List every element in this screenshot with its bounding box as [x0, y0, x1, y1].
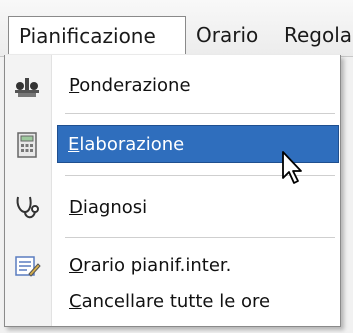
- menu-item-orario-pianif-inter-label: Orario pianif.inter.: [69, 255, 232, 276]
- edit-schedule-icon: [13, 252, 41, 280]
- stethoscope-icon: [13, 194, 41, 222]
- calculator-icon: [13, 131, 41, 159]
- weights-icon: [13, 72, 41, 100]
- menu-pianificazione-label: Pianificazione: [19, 24, 156, 48]
- menu-item-cancellare-tutte-le-ore[interactable]: Cancellare tutte le ore: [5, 283, 340, 321]
- menu-item-orario-pianif-inter[interactable]: Orario pianif.inter.: [5, 247, 340, 285]
- menu-item-elaborazione-label: Elaborazione: [68, 134, 185, 155]
- menu-bar: Pianificazione Orario Regola: [0, 0, 353, 57]
- dropdown-menu: Ponderazione Elaborazione Diagnosi Orari…: [4, 55, 341, 327]
- menu-item-diagnosi[interactable]: Diagnosi: [5, 189, 340, 227]
- menu-separator: [65, 113, 335, 114]
- menu-regola[interactable]: Regola: [284, 16, 352, 54]
- menu-orario[interactable]: Orario: [196, 16, 258, 54]
- menu-orario-label: Orario: [196, 23, 259, 47]
- menu-item-ponderazione[interactable]: Ponderazione: [5, 67, 340, 105]
- menu-item-ponderazione-label: Ponderazione: [69, 75, 191, 96]
- menu-separator: [65, 237, 335, 238]
- mouse-pointer-icon: [281, 150, 307, 186]
- menu-regola-label: Regola: [284, 23, 353, 47]
- menu-item-diagnosi-label: Diagnosi: [69, 197, 148, 218]
- menu-pianificazione[interactable]: Pianificazione: [8, 16, 186, 54]
- menu-item-cancellare-label: Cancellare tutte le ore: [69, 291, 271, 312]
